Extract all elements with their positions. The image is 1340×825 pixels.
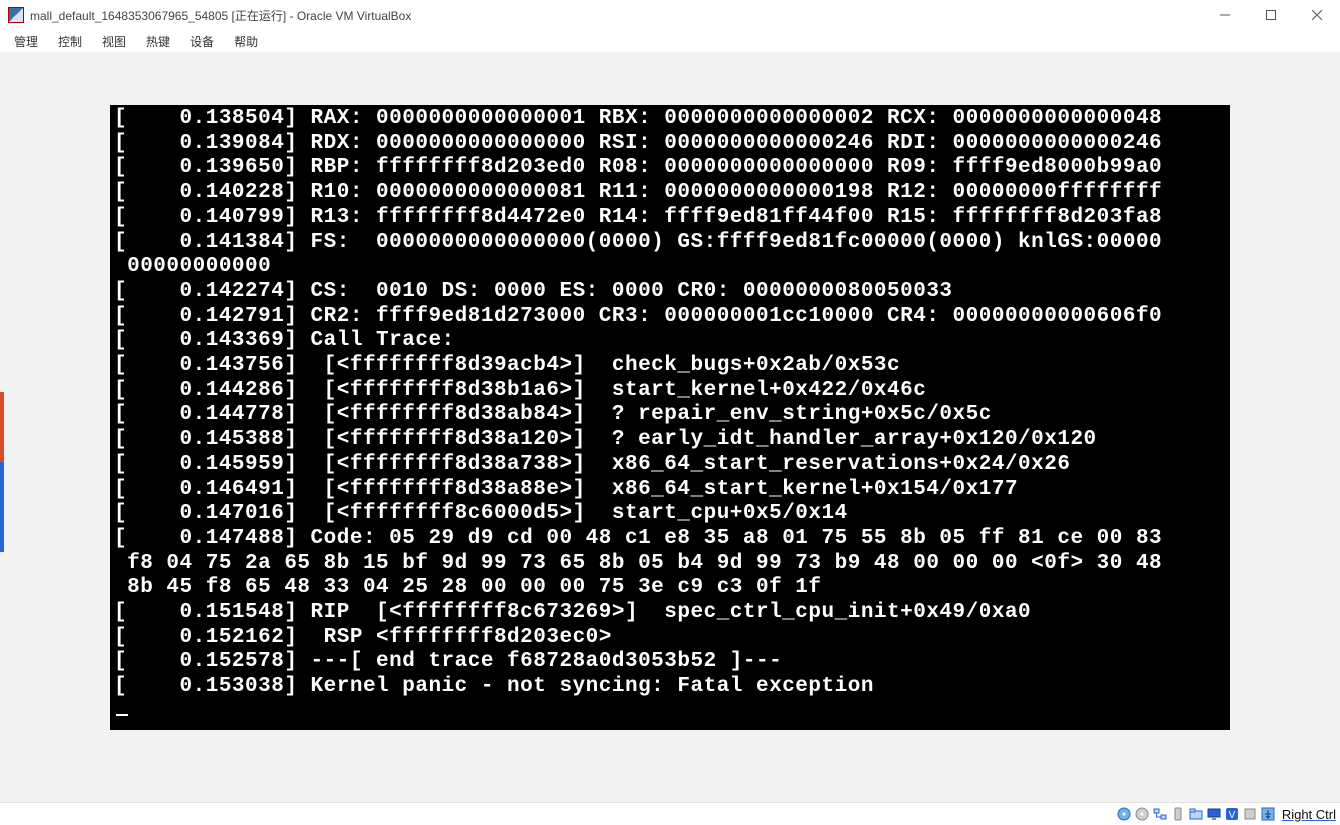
- menu-control[interactable]: 控制: [50, 31, 90, 52]
- virtualbox-app-icon: [8, 7, 24, 23]
- close-icon: [1312, 10, 1322, 20]
- usb-icon[interactable]: [1170, 806, 1186, 822]
- virtualbox-window: mall_default_1648353067965_54805 [正在运行] …: [0, 0, 1340, 825]
- menubar: 管理 控制 视图 热键 设备 帮助: [0, 30, 1340, 52]
- optical-disk-icon[interactable]: [1134, 806, 1150, 822]
- display-icon[interactable]: [1206, 806, 1222, 822]
- minimize-icon: [1220, 10, 1230, 20]
- harddisk-icon[interactable]: [1116, 806, 1132, 822]
- menu-devices[interactable]: 设备: [182, 31, 222, 52]
- menu-manage[interactable]: 管理: [6, 31, 46, 52]
- hostkey-indicator[interactable]: Right Ctrl: [1282, 807, 1336, 822]
- recording-icon[interactable]: V: [1224, 806, 1240, 822]
- titlebar: mall_default_1648353067965_54805 [正在运行] …: [0, 0, 1340, 30]
- statusbar: V Right Ctrl: [0, 802, 1340, 825]
- window-title: mall_default_1648353067965_54805 [正在运行] …: [30, 7, 411, 24]
- background-window-sliver: [0, 392, 4, 552]
- shared-folder-icon[interactable]: [1188, 806, 1204, 822]
- clipboard-icon[interactable]: [1242, 806, 1258, 822]
- mouse-capture-icon[interactable]: [1260, 806, 1276, 822]
- menu-hotkey[interactable]: 热键: [138, 31, 178, 52]
- vm-display-area[interactable]: [ 0.138504] RAX: 0000000000000001 RBX: 0…: [0, 52, 1340, 802]
- text-cursor: [116, 714, 128, 716]
- vm-console[interactable]: [ 0.138504] RAX: 0000000000000001 RBX: 0…: [110, 105, 1230, 730]
- svg-text:V: V: [1228, 810, 1235, 821]
- menu-help[interactable]: 帮助: [226, 31, 266, 52]
- maximize-icon: [1266, 10, 1276, 20]
- network-icon[interactable]: [1152, 806, 1168, 822]
- close-button[interactable]: [1294, 0, 1340, 30]
- minimize-button[interactable]: [1202, 0, 1248, 30]
- maximize-button[interactable]: [1248, 0, 1294, 30]
- menu-view[interactable]: 视图: [94, 31, 134, 52]
